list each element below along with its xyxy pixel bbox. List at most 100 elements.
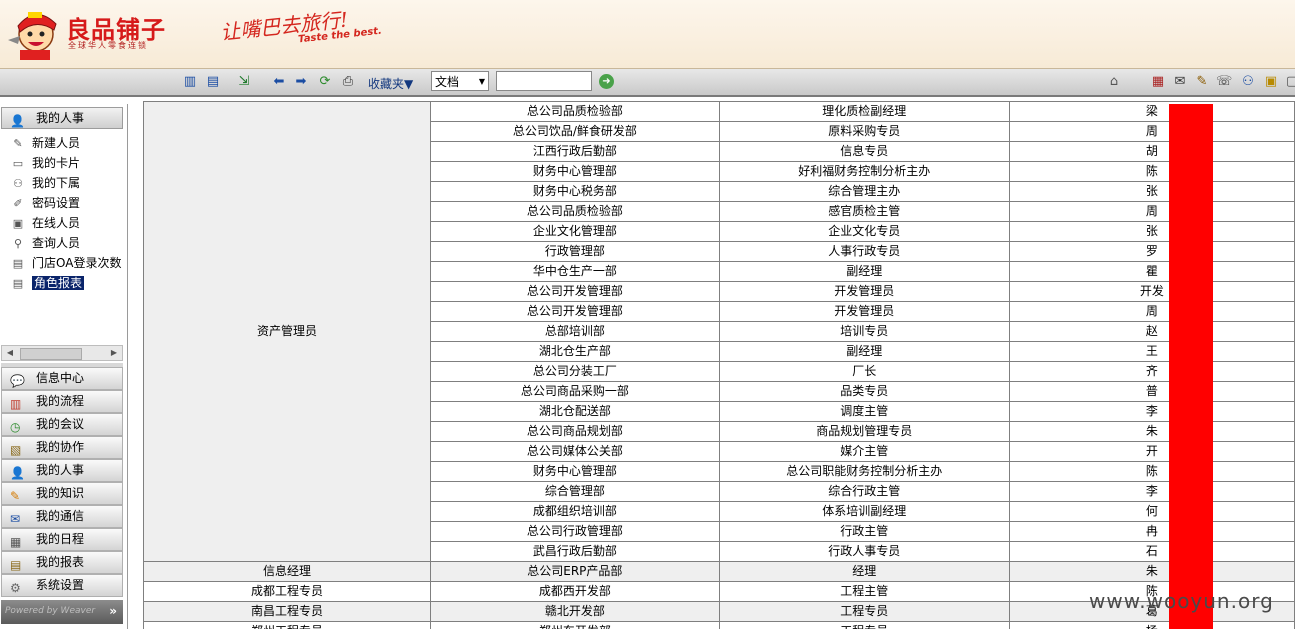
expand-arrows-icon[interactable]: »: [109, 604, 117, 618]
collab-icon: ▧: [10, 443, 22, 457]
nav-button[interactable]: ▦ 我的日程: [1, 528, 123, 551]
table-cell: 行政主管: [718, 521, 1010, 542]
tree-header-label: 我的人事: [36, 111, 85, 125]
table-cell: 培训专员: [718, 321, 1010, 342]
tree-item[interactable]: ✎ 新建人员: [10, 133, 80, 153]
tree-item[interactable]: ⚇ 我的下属: [10, 173, 80, 193]
table-cell: 总公司开发管理部: [429, 281, 720, 302]
tree-item[interactable]: ▣ 在线人员: [10, 213, 80, 233]
tree-item[interactable]: ✐ 密码设置: [10, 193, 80, 213]
table-cell: 华中仓生产一部: [429, 261, 720, 282]
redaction-bar: [1169, 104, 1213, 629]
layout-top-icon[interactable]: ▤: [205, 74, 221, 90]
table-cell: 品类专员: [718, 381, 1010, 402]
calendar-tool-icon[interactable]: ▦: [1150, 74, 1166, 90]
table-cell: 罗: [1008, 241, 1295, 262]
favorites-dropdown[interactable]: 收藏夹▼: [368, 75, 413, 92]
table-cell: 南昌工程专员: [143, 601, 431, 622]
card-icon: ▭: [12, 157, 24, 170]
table-cell: 工程专员: [718, 621, 1010, 629]
table-cell: 总公司行政管理部: [429, 521, 720, 542]
table-cell: 成都西开发部: [429, 581, 720, 602]
edit-tool-icon[interactable]: ✎: [1194, 74, 1210, 90]
table-cell: 赵: [1008, 321, 1295, 342]
nav-button[interactable]: ▤ 我的报表: [1, 551, 123, 574]
nav-button[interactable]: ⚙ 系统设置: [1, 574, 123, 597]
table-cell: 行政人事专员: [718, 541, 1010, 562]
home-icon[interactable]: ⌂: [1106, 74, 1122, 90]
message-tool-icon[interactable]: ☏: [1216, 74, 1232, 90]
tree-item-label: 角色报表: [32, 276, 85, 290]
layout-left-icon[interactable]: ▥: [182, 74, 198, 90]
role-report-table: 资产管理员 总公司品质检验部 理化质检副经理梁总公司饮品/鲜食研发部 原料采购专员周江…: [143, 101, 1295, 629]
tree-horizontal-scrollbar[interactable]: ◀ ▶: [1, 345, 123, 361]
table-cell: 陈: [1008, 161, 1295, 182]
nav-button[interactable]: ◷ 我的会议: [1, 413, 123, 436]
table-cell: 湖北仓生产部: [429, 341, 720, 362]
calendar-icon: ▦: [10, 535, 22, 549]
table-cell: 综合管理部: [429, 481, 720, 502]
nav-button[interactable]: ✎ 我的知识: [1, 482, 123, 505]
table-cell: 成都组织培训部: [429, 501, 720, 522]
table-cell: 财务中心管理部: [429, 161, 720, 182]
table-cell: 总公司分装工厂: [429, 361, 720, 382]
table-cell: 郑州东开发部: [429, 621, 720, 629]
nav-button[interactable]: 👤 我的人事: [1, 459, 123, 482]
window-tool-icon[interactable]: ▢: [1284, 74, 1295, 90]
tree-item[interactable]: ⚲ 查询人员: [10, 233, 80, 253]
table-cell: 开发管理员: [718, 281, 1010, 302]
scroll-left-icon[interactable]: ◀: [4, 347, 16, 359]
table-cell: 副经理: [718, 341, 1010, 362]
table-cell: 厂长: [718, 361, 1010, 382]
nav-button[interactable]: 💬 信息中心: [1, 367, 123, 390]
grid-tool-icon[interactable]: ▣: [1263, 74, 1279, 90]
table-cell: 瞿: [1008, 261, 1295, 282]
print-icon[interactable]: ⎙: [340, 74, 356, 90]
forward-arrow-icon[interactable]: ➡: [293, 74, 309, 90]
table-cell: 体系培训副经理: [718, 501, 1010, 522]
nav-button[interactable]: ▧ 我的协作: [1, 436, 123, 459]
table-cell: 冉: [1008, 521, 1295, 542]
doc-type-select[interactable]: 文档 ▼: [431, 71, 489, 91]
mail-icon: ✉: [10, 512, 21, 526]
users-tool-icon[interactable]: ⚇: [1240, 74, 1256, 90]
table-cell: 何: [1008, 501, 1295, 522]
table-cell: 媒介主管: [718, 441, 1010, 462]
tree-item[interactable]: ▤ 角色报表: [10, 273, 85, 293]
tree-item-label: 密码设置: [32, 196, 81, 210]
table-cell: 原料采购专员: [718, 121, 1010, 142]
scroll-right-icon[interactable]: ▶: [108, 347, 120, 359]
search-input[interactable]: [496, 71, 592, 91]
tree-item[interactable]: ▭ 我的卡片: [10, 153, 80, 173]
mail-tool-icon[interactable]: ✉: [1172, 74, 1188, 90]
report-icon: ▤: [10, 558, 22, 572]
table-cell: 普: [1008, 381, 1295, 402]
table-cell: 财务中心管理部: [429, 461, 720, 482]
table-cell: 企业文化专员: [718, 221, 1010, 242]
table-cell: 总公司饮品/鲜食研发部: [429, 121, 720, 142]
nav-button[interactable]: ▥ 我的流程: [1, 390, 123, 413]
table-cell: 综合行政主管: [718, 481, 1010, 502]
exit-icon[interactable]: ⇲: [236, 74, 252, 90]
nav-button-label: 我的报表: [36, 555, 85, 569]
table-cell: 好利福财务控制分析主办: [718, 161, 1010, 182]
table-cell: 陈: [1008, 461, 1295, 482]
nav-button-label: 我的人事: [36, 463, 85, 477]
table-cell: 副经理: [718, 261, 1010, 282]
go-arrow-icon[interactable]: ➜: [599, 74, 614, 89]
watermark-text: www.wooyun.org: [1089, 589, 1274, 613]
table-row: 资产管理员 总公司品质检验部 理化质检副经理梁: [143, 101, 1295, 562]
tree-item[interactable]: ▤ 门店OA登录次数: [10, 253, 122, 273]
nav-button-label: 我的日程: [36, 532, 85, 546]
nav-button-label: 我的流程: [36, 394, 85, 408]
scroll-thumb[interactable]: [20, 348, 82, 360]
tree-header[interactable]: 👤 我的人事: [1, 107, 123, 129]
table-cell: 齐: [1008, 361, 1295, 382]
refresh-icon[interactable]: ⟳: [317, 74, 333, 90]
table-cell: 总公司商品采购一部: [429, 381, 720, 402]
table-cell: 张: [1008, 181, 1295, 202]
table-cell: 周: [1008, 301, 1295, 322]
report-icon: ▤: [12, 277, 24, 290]
nav-button[interactable]: ✉ 我的通信: [1, 505, 123, 528]
back-arrow-icon[interactable]: ⬅: [271, 74, 287, 90]
